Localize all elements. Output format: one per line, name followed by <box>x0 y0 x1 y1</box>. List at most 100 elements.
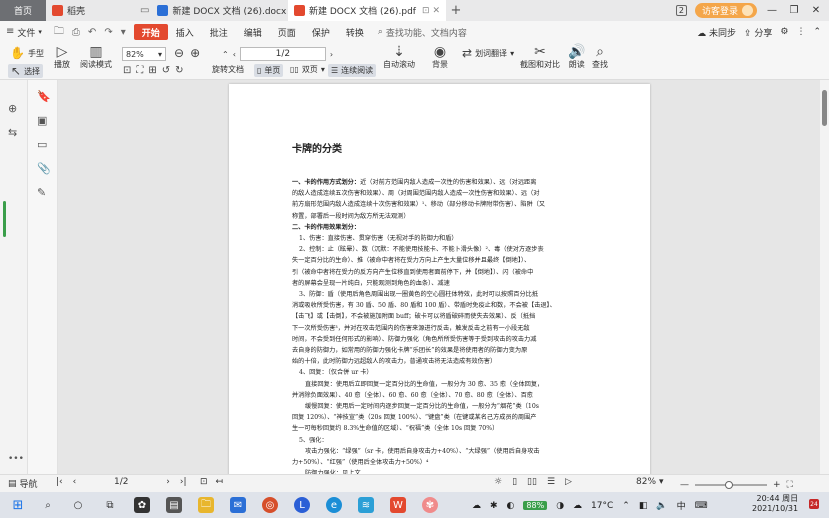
continuous-read-button[interactable]: ☰ 连续阅读 <box>328 64 377 77</box>
single-page-icon[interactable]: ▯ <box>512 477 517 487</box>
menu-home[interactable]: 开始 <box>133 24 168 40</box>
settings-icon[interactable]: ⚙ <box>780 27 788 37</box>
single-page-button[interactable]: ▯ 单页 <box>254 64 284 77</box>
task-view-icon[interactable]: ⧉ <box>102 497 118 513</box>
new-tab-button[interactable]: + <box>446 0 466 21</box>
weather-temp[interactable]: 17°C <box>591 501 613 511</box>
file-menu[interactable]: ≡ 文件 ▾ <box>6 26 42 39</box>
first-page-icon[interactable]: |‹ <box>56 477 63 487</box>
close-tab-icon[interactable]: ⊡ ✕ <box>422 6 440 16</box>
zoom-select[interactable]: 82% ▾ <box>122 47 166 61</box>
menu-convert[interactable]: 转换 <box>338 24 372 40</box>
background-button[interactable]: ◉ 背景 <box>432 45 448 70</box>
cloud-icon[interactable]: ☁ <box>472 501 481 511</box>
attachment-icon[interactable]: 📎 <box>37 162 51 175</box>
search-input[interactable]: ⌕ 查找功能、文档内容 <box>378 26 467 39</box>
actual-size-icon[interactable]: ⊡ <box>123 65 131 77</box>
play-button[interactable]: ▷ 播放 <box>54 45 70 70</box>
speaker-icon[interactable]: 🔈 <box>656 501 667 511</box>
undo-icon[interactable]: ↶ <box>88 27 96 38</box>
window-count-badge[interactable]: 2 <box>675 5 687 16</box>
zoom-knob[interactable] <box>725 481 733 489</box>
menu-comment[interactable]: 批注 <box>202 24 236 40</box>
page-input[interactable]: 1/2 <box>239 47 326 61</box>
more-icon[interactable]: ••• <box>8 454 24 464</box>
signature-icon[interactable]: ✎ <box>37 186 46 199</box>
thumbnail-icon[interactable]: ▣ <box>37 114 47 127</box>
fit-icon[interactable]: ⊡ <box>200 477 208 487</box>
continuous-icon[interactable]: ☰ <box>547 477 555 487</box>
search-icon[interactable]: ⌕ <box>40 497 56 513</box>
zoom-track[interactable] <box>695 481 767 489</box>
screenshot-compare-button[interactable]: ✂ 截图和对比 <box>520 45 560 70</box>
eye-care-icon[interactable]: ☼ <box>494 477 502 487</box>
wps-icon[interactable]: W <box>390 497 406 513</box>
sync-status[interactable]: ☁ 未同步 <box>697 26 736 39</box>
hand-tool[interactable]: ✋ 手型 <box>10 47 44 59</box>
more-chevron-icon[interactable]: ▾ <box>121 27 126 38</box>
zoom-in-icon[interactable]: ⊕ <box>190 47 200 59</box>
restore-icon[interactable]: ❐ <box>787 5 801 16</box>
edge-icon[interactable]: e <box>326 497 342 513</box>
notification-badge[interactable]: 24 <box>809 499 819 509</box>
tab-docer[interactable]: 稻壳 <box>46 0 130 21</box>
translate-button[interactable]: ⇄ 划词翻译 ▾ <box>462 47 514 59</box>
read-aloud-button[interactable]: 🔊 朗读 <box>568 45 585 70</box>
first-page-icon[interactable]: ⌃ <box>222 50 229 59</box>
bluetooth-icon[interactable]: ✱ <box>490 501 498 511</box>
menu-insert[interactable]: 插入 <box>168 24 202 40</box>
redo-icon[interactable]: ↷ <box>104 27 112 38</box>
menu-edit[interactable]: 编辑 <box>236 24 270 40</box>
chrome-icon[interactable]: ◎ <box>262 497 278 513</box>
menu-protect[interactable]: 保护 <box>304 24 338 40</box>
menu-page[interactable]: 页面 <box>270 24 304 40</box>
collapse-ribbon-icon[interactable]: ⌃ <box>813 27 821 37</box>
clock[interactable]: 20:44 周日 2021/10/31 <box>752 494 798 514</box>
tab-home[interactable]: 首页 <box>0 0 46 21</box>
select-tool[interactable]: ↖ 选择 <box>8 64 44 78</box>
document-canvas[interactable]: 卡牌的分类 一、卡的作用方式划分：近（对前方范围内敌人造成一次性的伤害和效果）、… <box>58 80 820 474</box>
zoom-tool-icon[interactable]: ⊕ <box>8 102 17 115</box>
app-icon-2[interactable]: ▤ <box>166 497 182 513</box>
more-icon[interactable]: ⋮ <box>796 27 805 37</box>
rotate-doc-button[interactable]: 旋转文档 <box>212 64 244 75</box>
scroll-thumb[interactable] <box>822 90 827 126</box>
last-page-icon[interactable]: ›| <box>180 477 187 487</box>
zoom-out-icon[interactable]: ⊖ <box>174 47 184 59</box>
app-icon-4[interactable]: ✾ <box>422 497 438 513</box>
back-icon[interactable]: ↤ <box>216 477 224 487</box>
print-icon[interactable]: ⎙ <box>72 27 80 38</box>
zoom-out-icon[interactable]: — <box>680 480 689 490</box>
status-page-input[interactable]: 1/2 <box>86 477 156 487</box>
battery-indicator[interactable]: 88% <box>523 501 548 510</box>
translate-side-icon[interactable]: ⇆ <box>8 126 17 139</box>
minimize-icon[interactable]: — <box>765 5 779 16</box>
next-page-icon[interactable]: › <box>330 50 333 59</box>
double-page-button[interactable]: ▯▯ 双页 ▾ <box>290 64 325 75</box>
vertical-scrollbar[interactable] <box>820 80 829 474</box>
tab-pdf[interactable]: 新建 DOCX 文档 (26).pdf ⊡ ✕ <box>288 0 446 21</box>
network-icon[interactable]: ◧ <box>639 501 648 511</box>
fit-width-icon[interactable]: ⊞ <box>148 65 156 77</box>
read-mode-button[interactable]: ▥ 阅读模式 <box>80 45 112 70</box>
play-icon[interactable]: ▷ <box>565 477 572 487</box>
nav-toggle[interactable]: ▤ 导航 <box>8 477 38 491</box>
zoom-slider[interactable]: — + ⛶ <box>680 480 793 490</box>
app-icon-l[interactable]: L <box>294 497 310 513</box>
share-button[interactable]: ⇪ 分享 <box>744 26 772 39</box>
chevron-up-icon[interactable]: ⌃ <box>622 501 630 511</box>
volume-tray-icon[interactable]: ◑ <box>556 501 564 511</box>
prev-page-icon[interactable]: ‹ <box>73 477 77 487</box>
status-zoom[interactable]: 82% ▾ <box>636 477 664 487</box>
zoom-in-icon[interactable]: + <box>773 480 781 490</box>
mail-icon[interactable]: ✉ <box>230 497 246 513</box>
tab-docx[interactable]: ▭ 新建 DOCX 文档 (26).docx <box>130 0 288 21</box>
windows-start-icon[interactable]: ⊞ <box>10 497 26 513</box>
close-icon[interactable]: ✕ <box>809 5 823 16</box>
fullscreen-icon[interactable]: ⛶ <box>787 480 793 490</box>
app-icon-3[interactable]: ≋ <box>358 497 374 513</box>
rotate-left-icon[interactable]: ↺ <box>162 65 170 77</box>
bookmark-icon[interactable]: 🔖 <box>37 90 51 103</box>
rotate-right-icon[interactable]: ↻ <box>175 65 183 77</box>
open-folder-icon[interactable]: 🗀 <box>54 24 64 41</box>
